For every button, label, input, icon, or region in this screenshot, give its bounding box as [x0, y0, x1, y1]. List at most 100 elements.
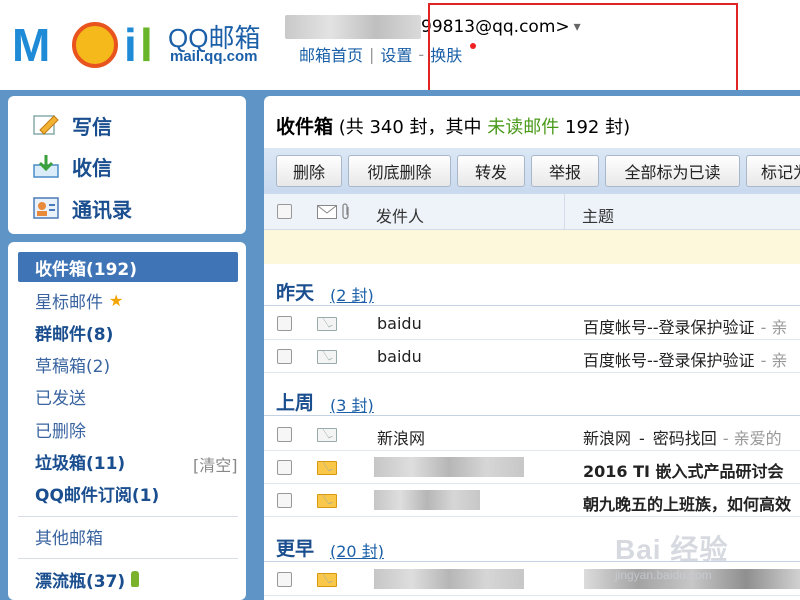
- logo-letter-i: i: [124, 19, 137, 71]
- group-yesterday: 昨天 (2 封): [264, 270, 800, 306]
- row-subject: 新浪网 - 密码找回 - 亲爱的: [583, 425, 782, 449]
- qq-mail-logo[interactable]: M i l QQ邮箱 mail.qq.com: [12, 14, 272, 71]
- unread-envelope-icon: [317, 494, 337, 508]
- report-button[interactable]: 举报: [531, 155, 599, 187]
- compose-icon: [33, 115, 59, 135]
- link-mail-home[interactable]: 邮箱首页: [299, 42, 363, 66]
- column-subject[interactable]: 主题: [582, 203, 614, 227]
- redacted-email-prefix: [285, 15, 421, 39]
- folder-inbox[interactable]: 收件箱(192): [18, 252, 238, 282]
- folder-subscription[interactable]: QQ邮件订阅(1): [35, 478, 159, 508]
- row-preview: - 亲: [760, 351, 788, 370]
- folder-sent[interactable]: 已发送: [35, 381, 86, 411]
- row-checkbox[interactable]: [277, 493, 292, 508]
- mail-list-container: 收件箱 (共 340 封，其中 未读邮件 192 封) 删除 彻底删除 转发 举…: [264, 96, 800, 600]
- clear-spam-link[interactable]: [清空]: [193, 452, 238, 476]
- unread-mail-link[interactable]: 未读邮件: [487, 117, 559, 138]
- notice-bar: [264, 230, 800, 264]
- compose-label: 写信: [72, 114, 112, 139]
- read-envelope-icon: [317, 350, 337, 364]
- attachment-icon: [342, 203, 349, 220]
- page-title: 收件箱 (共 340 封，其中 未读邮件 192 封): [276, 112, 630, 139]
- sidebar: 写信 收信 通讯录 收件箱(192) 星标邮件 ★ 群邮件(8) 草稿箱(2) …: [0, 90, 255, 600]
- delete-button[interactable]: 删除: [276, 155, 342, 187]
- mail-row[interactable]: 新浪网 新浪网 - 密码找回 - 亲爱的: [264, 418, 800, 451]
- star-icon: ★: [109, 290, 124, 310]
- group-title: 更早: [276, 538, 315, 560]
- logo-letter-m: M: [12, 19, 50, 71]
- folder-drift-bottle-label: 漂流瓶(37): [35, 571, 126, 592]
- mail-row-unread[interactable]: 朝九晚五的上班族，如何高效: [264, 484, 800, 517]
- compose-button[interactable]: 写信: [32, 108, 112, 142]
- logo-domain-text: mail.qq.com: [170, 48, 258, 65]
- row-preview: - 亲: [760, 318, 788, 337]
- folder-drafts[interactable]: 草稿箱(2): [35, 349, 110, 379]
- divider: [18, 516, 238, 517]
- contacts-label: 通讯录: [72, 197, 132, 222]
- row-subject: 2016 TI 嵌入式产品研讨会: [583, 462, 784, 481]
- receive-button[interactable]: 收信: [32, 149, 112, 183]
- row-checkbox[interactable]: [277, 460, 292, 475]
- folder-drift-bottle[interactable]: 漂流瓶(37): [35, 564, 140, 594]
- group-count-link[interactable]: (3 封): [330, 392, 374, 416]
- redacted-sender: [374, 569, 524, 589]
- select-all-checkbox[interactable]: [277, 204, 292, 219]
- redacted-sender: [374, 490, 480, 510]
- mark-as-button[interactable]: 标记为: [746, 155, 800, 187]
- link-settings[interactable]: 设置: [380, 42, 412, 66]
- row-subject: 百度帐号--登录保护验证 - 亲: [583, 314, 787, 338]
- row-sender: baidu: [377, 314, 422, 333]
- header: M i l QQ邮箱 mail.qq.com 99813@qq.com> ▾ 邮…: [0, 0, 800, 114]
- row-checkbox[interactable]: [277, 427, 292, 442]
- folder-starred-label: 星标邮件: [35, 292, 103, 313]
- envelope-column-icon: [317, 205, 337, 219]
- folder-starred[interactable]: 星标邮件 ★: [35, 285, 123, 315]
- row-subject-text: 密码找回: [652, 429, 717, 448]
- row-subject: 百度帐号--登录保护验证 - 亲: [583, 347, 787, 371]
- folder-other-mailboxes[interactable]: 其他邮箱: [35, 521, 103, 551]
- summary-suffix: 192 封): [559, 117, 631, 138]
- mark-all-read-button[interactable]: 全部标为已读: [605, 155, 740, 187]
- forward-button[interactable]: 转发: [457, 155, 525, 187]
- logo-penguin-icon: [72, 22, 118, 68]
- list-header: 发件人 主题: [264, 194, 800, 230]
- contacts-button[interactable]: 通讯录: [32, 191, 132, 225]
- receive-label: 收信: [72, 155, 112, 180]
- mail-row-unread[interactable]: 2016 TI 嵌入式产品研讨会: [264, 451, 800, 484]
- receive-icon: [33, 155, 59, 178]
- group-count-link[interactable]: (20 封): [330, 538, 384, 562]
- inbox-title: 收件箱: [276, 116, 334, 138]
- contacts-icon: [33, 197, 59, 219]
- mail-row[interactable]: baidu 百度帐号--登录保护验证 - 亲: [264, 307, 800, 340]
- summary-prefix: (共 340 封，其中: [333, 117, 488, 138]
- bottle-icon: [131, 571, 140, 587]
- folder-group-mail[interactable]: 群邮件(8): [35, 317, 113, 347]
- row-preview: - 亲爱的: [722, 429, 782, 448]
- redacted-sender: [374, 457, 524, 477]
- column-divider: [564, 194, 565, 230]
- row-checkbox[interactable]: [277, 572, 292, 587]
- folder-list: 收件箱(192) 星标邮件 ★ 群邮件(8) 草稿箱(2) 已发送 已删除 垃圾…: [8, 242, 246, 600]
- watermark-url: jingyan.baidu.com: [615, 568, 712, 582]
- quick-actions-panel: 写信 收信 通讯录: [8, 96, 246, 234]
- subject-separator: -: [639, 429, 645, 448]
- permanent-delete-button[interactable]: 彻底删除: [348, 155, 451, 187]
- link-separator: -: [418, 44, 425, 64]
- main-panel: 收件箱 (共 340 封，其中 未读邮件 192 封) 删除 彻底删除 转发 举…: [255, 90, 800, 600]
- group-title: 上周: [276, 392, 315, 414]
- folder-spam[interactable]: 垃圾箱(11): [35, 446, 125, 476]
- mail-row[interactable]: baidu 百度帐号--登录保护验证 - 亲: [264, 340, 800, 373]
- row-sender: 新浪网: [377, 429, 426, 448]
- row-checkbox[interactable]: [277, 316, 292, 331]
- group-title: 昨天: [276, 282, 315, 304]
- row-subject: 朝九晚五的上班族，如何高效: [583, 495, 792, 514]
- column-sender[interactable]: 发件人: [376, 203, 424, 227]
- folder-deleted[interactable]: 已删除: [35, 414, 86, 444]
- row-checkbox[interactable]: [277, 349, 292, 364]
- link-separator: |: [369, 44, 375, 64]
- unread-envelope-icon: [317, 573, 337, 587]
- group-count-link[interactable]: (2 封): [330, 282, 374, 306]
- toolbar: 删除 彻底删除 转发 举报 全部标为已读 标记为: [264, 148, 800, 194]
- row-subject-text: 百度帐号--登录保护验证: [583, 318, 755, 337]
- row-subject-text: 百度帐号--登录保护验证: [583, 351, 755, 370]
